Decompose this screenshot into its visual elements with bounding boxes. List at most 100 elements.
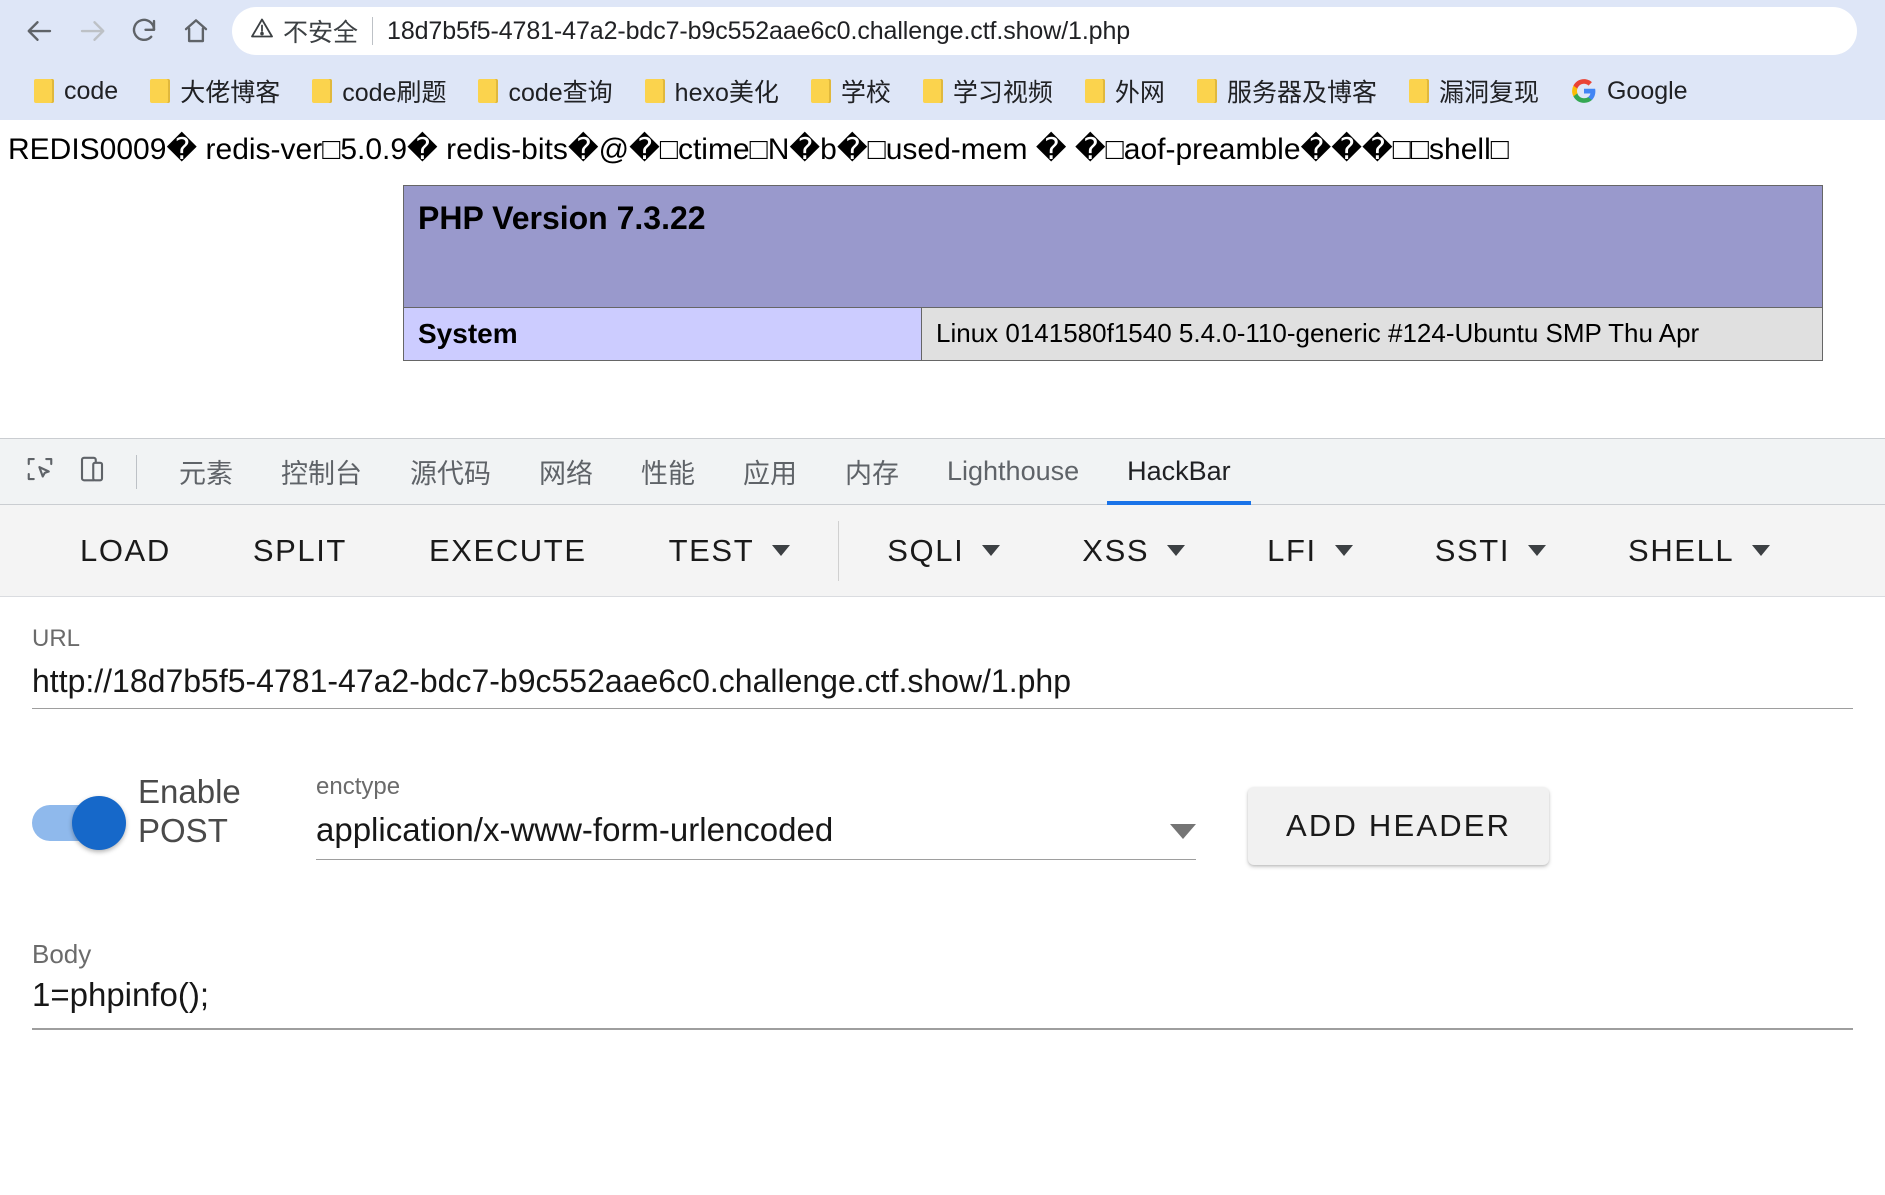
enable-post-toggle[interactable] [32,795,126,850]
reload-icon [129,16,159,46]
folder-icon [478,79,499,103]
lfi-menu-button[interactable]: LFI [1245,519,1375,583]
devtools-tabbar: 元素 控制台 源代码 网络 性能 应用 内存 Lighthouse HackBa… [0,439,1885,505]
folder-icon [1408,79,1429,103]
bookmark-fuwuqi-ji-boke[interactable]: 服务器及博客 [1181,69,1393,113]
button-label: SHELL [1628,532,1735,568]
bookmark-waiwang[interactable]: 外网 [1069,69,1181,113]
tab-network[interactable]: 网络 [515,439,617,505]
omnibox-divider [372,17,374,45]
url-input[interactable]: http://18d7b5f5-4781-47a2-bdc7-b9c552aae… [32,663,1853,708]
hackbar-form: URL http://18d7b5f5-4781-47a2-bdc7-b9c55… [0,597,1885,1195]
ssti-menu-button[interactable]: SSTI [1413,519,1568,583]
tab-memory[interactable]: 内存 [821,439,923,505]
back-button[interactable] [14,5,66,57]
address-bar[interactable]: 不安全 18d7b5f5-4781-47a2-bdc7-b9c552aae6c0… [232,7,1857,55]
navigation-bar: 不安全 18d7b5f5-4781-47a2-bdc7-b9c552aae6c0… [0,0,1885,62]
bookmark-hexo-meihua[interactable]: hexo美化 [629,69,795,113]
tab-label: 控制台 [281,459,362,489]
browser-window: 不安全 18d7b5f5-4781-47a2-bdc7-b9c552aae6c0… [0,0,1885,1195]
url-field-group: URL http://18d7b5f5-4781-47a2-bdc7-b9c55… [0,597,1885,709]
execute-button[interactable]: EXECUTE [407,519,609,583]
bookmark-code-chaxun[interactable]: code查询 [462,69,628,113]
bookmark-dalaoboke[interactable]: 大佬博客 [134,69,296,113]
tab-console[interactable]: 控制台 [257,439,386,505]
tab-lighthouse[interactable]: Lighthouse [923,439,1103,505]
arrow-left-icon [25,16,55,46]
sqli-menu-button[interactable]: SQLI [865,519,1022,583]
folder-icon [1196,79,1217,103]
chevron-down-icon [982,545,1001,556]
folder-icon [922,79,943,103]
enctype-select[interactable]: application/x-www-form-urlencoded [316,811,1196,859]
tab-label: Lighthouse [947,456,1080,486]
xss-menu-button[interactable]: XSS [1060,519,1207,583]
tab-label: 应用 [743,459,797,489]
bookmark-label: Google [1606,76,1688,105]
tab-sources[interactable]: 源代码 [386,439,515,505]
enable-post-label: Enable POST [138,773,241,850]
bookmark-label: 外网 [1114,79,1165,107]
arrow-right-icon [77,16,107,46]
body-field-group: Body 1=phpinfo(); [0,939,1885,1030]
tab-elements[interactable]: 元素 [155,439,257,505]
bookmark-xuexi-shipin[interactable]: 学习视频 [907,69,1069,113]
url-field-label: URL [32,625,81,652]
chevron-down-icon [1170,824,1196,839]
load-button[interactable]: LOAD [58,519,193,583]
chevron-down-icon [1334,545,1353,556]
test-menu-button[interactable]: TEST [647,519,813,583]
address-bar-url[interactable]: 18d7b5f5-4781-47a2-bdc7-b9c552aae6c0.cha… [387,17,1130,46]
button-label: EXECUTE [428,532,587,568]
tab-label: 源代码 [410,459,491,489]
folder-icon [810,79,831,103]
bookmark-loudong-fuxian[interactable]: 漏洞复现 [1393,69,1555,113]
field-underline [32,1028,1853,1030]
page-content: REDIS0009� redis-ver□5.0.9� redis-bits�@… [0,120,1885,438]
devtools-panel: 元素 控制台 源代码 网络 性能 应用 内存 Lighthouse HackBa… [0,438,1885,1195]
bookmark-label: code查询 [508,79,613,107]
button-label: TEST [668,532,755,568]
field-underline [32,708,1853,709]
body-field-label: Body [32,939,92,969]
home-icon [181,16,211,46]
enable-post-label-line2: POST [138,811,228,849]
reload-button[interactable] [118,5,170,57]
google-g-icon [1571,78,1597,104]
php-version-banner: PHP Version 7.3.22 [403,185,1823,308]
bookmark-label: 学习视频 [952,79,1053,107]
bookmark-xuexiao[interactable]: 学校 [795,69,907,113]
tab-label: 内存 [845,459,899,489]
tab-label: 网络 [539,459,593,489]
bookmark-label: 学校 [840,79,891,107]
add-header-button[interactable]: ADD HEADER [1248,787,1550,865]
tab-application[interactable]: 应用 [719,439,821,505]
folder-icon [312,79,333,103]
toolbar-divider [136,454,137,489]
button-label: SSTI [1434,532,1511,568]
inspect-element-button[interactable] [14,446,66,498]
shell-menu-button[interactable]: SHELL [1606,519,1792,583]
security-indicator[interactable]: 不安全 [250,13,358,49]
tab-hackbar[interactable]: HackBar [1103,439,1255,505]
tab-performance[interactable]: 性能 [617,439,719,505]
device-toolbar-button[interactable] [66,446,118,498]
toggle-knob [72,795,126,850]
button-label: ADD HEADER [1286,808,1512,843]
bookmark-code-shuati[interactable]: code刷题 [296,69,462,113]
button-label: LFI [1267,532,1317,568]
table-row: System Linux 0141580f1540 5.4.0-110-gene… [403,307,1823,361]
bookmark-label: 大佬博客 [180,79,281,107]
split-button[interactable]: SPLIT [231,519,369,583]
php-version-title: PHP Version 7.3.22 [418,200,706,236]
chevron-down-icon [1528,545,1547,556]
forward-button[interactable] [66,5,118,57]
bookmarks-bar: code 大佬博客 code刷题 code查询 hexo美化 学校 学习视频 外… [0,62,1885,120]
button-label: SPLIT [252,532,347,568]
body-textarea[interactable]: 1=phpinfo(); [32,970,1853,1028]
folder-icon [644,79,665,103]
bookmark-code[interactable]: code [18,69,134,113]
bookmark-label: code [64,76,119,105]
home-button[interactable] [170,5,222,57]
bookmark-google[interactable]: Google [1555,69,1704,113]
